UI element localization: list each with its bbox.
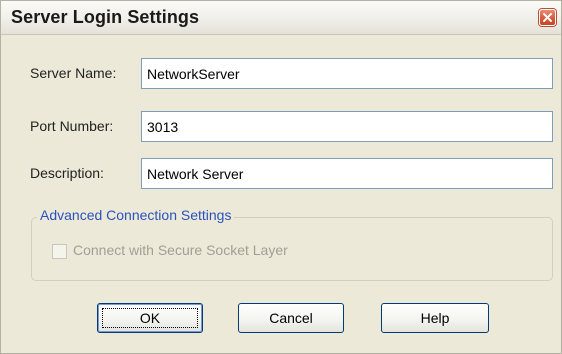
description-label: Description: [30,165,104,181]
description-input[interactable] [141,158,553,189]
close-icon [543,13,552,22]
ssl-checkbox[interactable] [52,244,67,259]
help-button[interactable]: Help [381,303,489,333]
cancel-button-label: Cancel [269,310,313,326]
ok-button[interactable]: OK [97,303,203,333]
help-button-label: Help [420,310,450,326]
server-name-label: Server Name: [30,65,117,81]
close-button[interactable] [539,9,556,26]
port-number-label: Port Number: [30,118,114,134]
advanced-connection-settings-legend: Advanced Connection Settings [37,207,235,223]
cancel-button[interactable]: Cancel [238,303,344,333]
ssl-checkbox-label: Connect with Secure Socket Layer [73,242,288,258]
dialog-title: Server Login Settings [11,7,200,27]
port-number-input[interactable] [141,111,553,142]
server-name-input[interactable] [141,58,553,89]
title-bar[interactable]: Server Login Settings [1,1,561,35]
ok-button-label: OK [139,310,161,326]
server-login-settings-dialog: Server Login Settings Server Name: Port … [0,0,562,354]
